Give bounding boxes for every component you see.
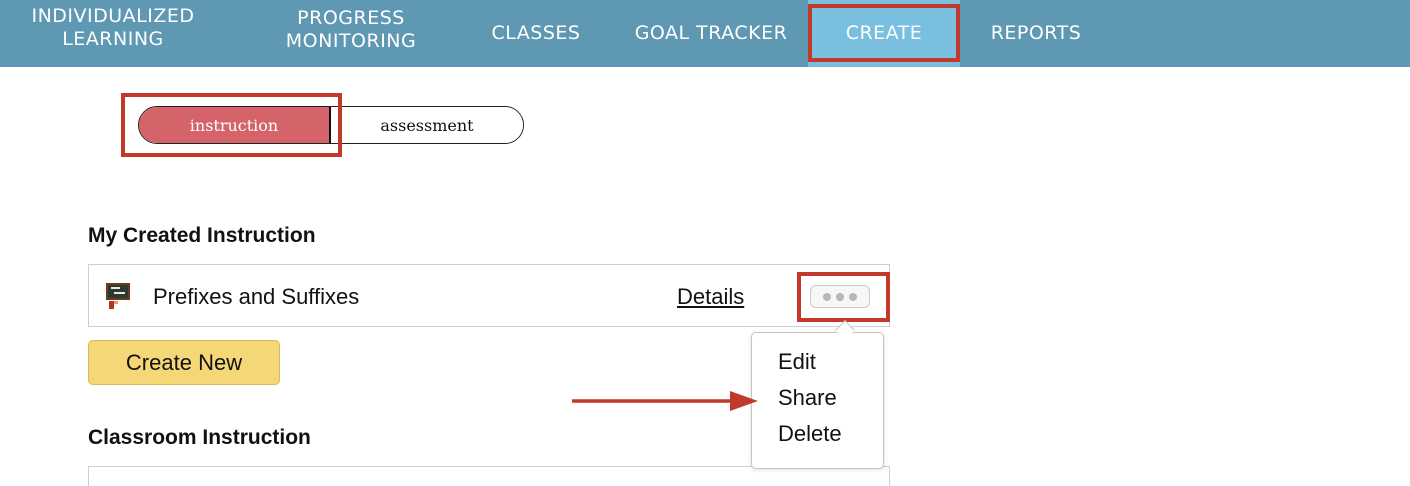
details-link[interactable]: Details xyxy=(677,284,744,310)
nav-progress-monitoring[interactable]: PROGRESS MONITORING xyxy=(262,0,440,63)
instruction-assessment-toggle: instruction assessment xyxy=(138,106,524,144)
nav-goal-tracker[interactable]: GOAL TRACKER xyxy=(618,0,804,67)
annotation-arrow-icon xyxy=(572,391,758,411)
nav-classes[interactable]: CLASSES xyxy=(480,0,592,67)
nav-individualized-learning[interactable]: INDIVIDUALIZED LEARNING xyxy=(14,0,212,61)
instruction-list: Prefixes and Suffixes Details xyxy=(88,264,890,327)
dot-icon xyxy=(823,292,831,301)
menu-item-edit[interactable]: Edit xyxy=(778,349,816,375)
instruction-title[interactable]: Prefixes and Suffixes xyxy=(153,284,359,310)
section-title-classroom: Classroom Instruction xyxy=(88,426,311,449)
nav-label-line: LEARNING xyxy=(62,27,164,50)
top-navigation: INDIVIDUALIZED LEARNING PROGRESS MONITOR… xyxy=(0,0,1410,67)
toggle-option-instruction[interactable]: instruction xyxy=(139,107,331,143)
nav-reports[interactable]: REPORTS xyxy=(980,0,1092,67)
create-new-button[interactable]: Create New xyxy=(88,340,280,385)
more-options-button[interactable] xyxy=(810,285,870,308)
nav-label: CREATE xyxy=(845,22,923,44)
classroom-list xyxy=(88,466,890,486)
nav-label: CLASSES xyxy=(491,22,581,44)
options-menu: Edit Share Delete xyxy=(751,332,884,469)
nav-label-line: MONITORING xyxy=(285,29,417,52)
dot-icon xyxy=(849,292,857,301)
nav-label: GOAL TRACKER xyxy=(634,22,788,44)
chalkboard-icon xyxy=(105,282,131,310)
section-title-my-created: My Created Instruction xyxy=(88,224,316,247)
menu-item-share[interactable]: Share xyxy=(778,385,837,411)
nav-label: REPORTS xyxy=(990,22,1082,44)
nav-label-line: PROGRESS xyxy=(297,6,405,29)
nav-label-line: INDIVIDUALIZED xyxy=(31,4,195,27)
menu-item-delete[interactable]: Delete xyxy=(778,421,842,447)
nav-create[interactable]: CREATE xyxy=(808,0,960,67)
toggle-option-assessment[interactable]: assessment xyxy=(331,107,523,143)
dot-icon xyxy=(836,292,844,301)
